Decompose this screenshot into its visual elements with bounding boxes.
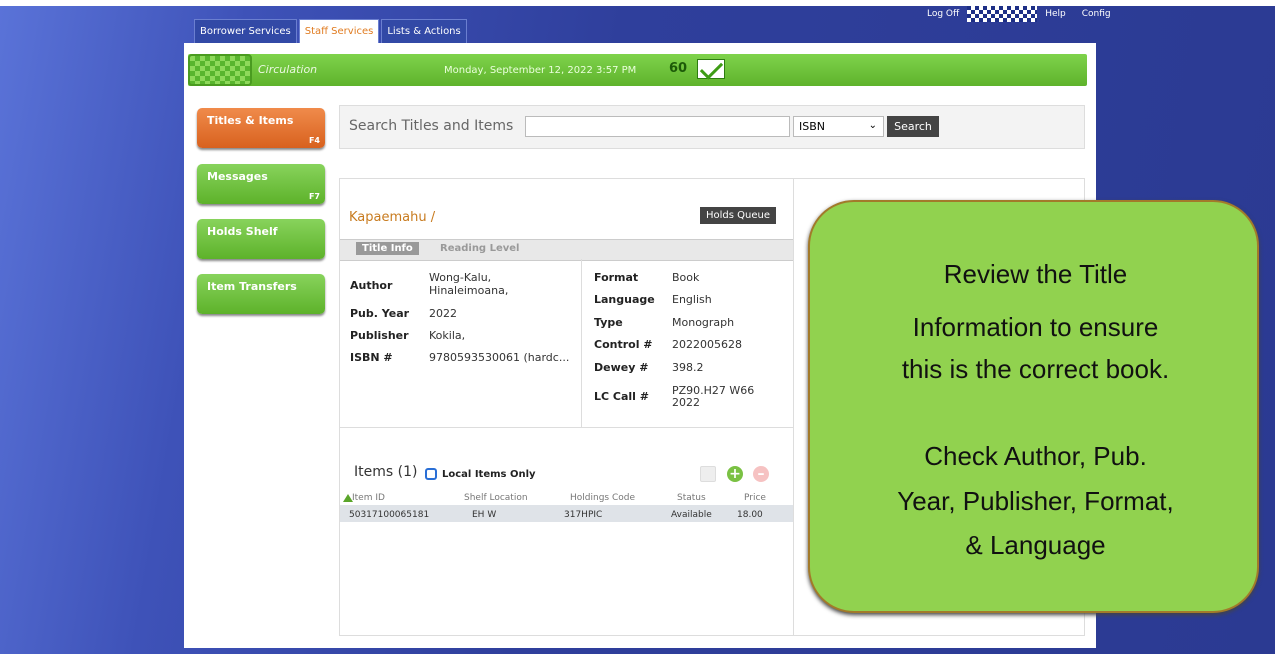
format-value: Book [672, 271, 700, 284]
publisher-value: Kokila, [429, 329, 466, 342]
local-items-checkbox[interactable] [425, 468, 437, 480]
edit-icon[interactable] [700, 466, 716, 482]
cell-status: Available [671, 510, 712, 520]
title-name: Kapaemahu / [349, 210, 436, 225]
type-label: Type [594, 316, 623, 329]
top-links: Log Off Help Config [927, 6, 1111, 22]
sidebar-item-label: Titles & Items [207, 114, 294, 127]
envelope-icon[interactable] [697, 59, 725, 79]
col-holdings-code[interactable]: Holdings Code [570, 493, 635, 503]
isbn-label: ISBN # [350, 351, 393, 364]
format-label: Format [594, 271, 639, 284]
add-icon[interactable]: + [727, 466, 743, 482]
divider [340, 427, 793, 428]
remove-icon[interactable]: – [753, 466, 769, 482]
search-label: Search Titles and Items [349, 118, 514, 134]
control-value: 2022005628 [672, 338, 742, 351]
callout-line: Check Author, Pub. [924, 441, 1147, 471]
control-label: Control # [594, 338, 653, 351]
library-logo-icon [188, 54, 252, 86]
language-label: Language [594, 293, 655, 306]
type-value: Monograph [672, 316, 735, 329]
items-title: Items (1) [354, 464, 418, 480]
divider [793, 179, 794, 635]
holds-queue-button[interactable]: Holds Queue [700, 207, 777, 224]
author-value-1: Wong-Kalu, [429, 271, 492, 284]
module-name: Circulation [258, 63, 318, 76]
sidebar-item-label: Holds Shelf [207, 225, 278, 238]
tab-borrower-services[interactable]: Borrower Services [194, 19, 297, 43]
dewey-label: Dewey # [594, 361, 649, 374]
cell-holdings: 317HPIC [564, 510, 603, 520]
divider [581, 259, 582, 427]
shortcut-key: F7 [308, 192, 320, 201]
detail-tabs: Title Info Reading Level [340, 239, 793, 261]
lccall-label: LC Call # [594, 390, 649, 403]
cell-shelf: EH W [472, 510, 497, 520]
sidebar-item-messages[interactable]: Messages F7 [197, 164, 325, 204]
isbn-value: 9780593530061 (hardc... [429, 351, 570, 364]
main-tabs: Borrower Services Staff Services Lists &… [194, 19, 467, 43]
col-item-id[interactable]: Item ID [352, 493, 385, 503]
cell-item-id: 50317100065181 [349, 510, 430, 520]
search-button[interactable]: Search [887, 116, 939, 137]
callout-line: & Language [965, 530, 1106, 560]
col-price[interactable]: Price [744, 493, 766, 503]
callout-line: Year, Publisher, Format, [897, 486, 1174, 516]
author-value-2: Hinaleimoana, [429, 284, 509, 297]
local-items-label: Local Items Only [442, 469, 536, 480]
search-type-select[interactable]: ISBN ⌄ [793, 116, 884, 137]
callout-line: Information to ensure [912, 312, 1159, 342]
search-input[interactable] [525, 116, 790, 137]
col-shelf-location[interactable]: Shelf Location [464, 493, 528, 503]
lccall-value-2: 2022 [672, 396, 700, 409]
language-value: English [672, 293, 712, 306]
pubyear-value: 2022 [429, 307, 457, 320]
sidebar-item-holds-shelf[interactable]: Holds Shelf [197, 219, 325, 259]
chevron-down-icon: ⌄ [868, 120, 877, 131]
pubyear-label: Pub. Year [350, 307, 410, 320]
logoff-link[interactable]: Log Off [927, 9, 959, 19]
publisher-label: Publisher [350, 329, 409, 342]
tab-reading-level[interactable]: Reading Level [440, 243, 519, 254]
dewey-value: 398.2 [672, 361, 704, 374]
callout-line: Review the Title [943, 259, 1128, 289]
message-count: 60 [669, 61, 688, 76]
author-label: Author [350, 279, 393, 292]
sidebar-item-titles-items[interactable]: Titles & Items F4 [197, 108, 325, 148]
tab-title-info[interactable]: Title Info [356, 242, 419, 255]
shortcut-key: F4 [308, 136, 320, 145]
sidebar-item-item-transfers[interactable]: Item Transfers [197, 274, 325, 314]
header-bar: Circulation Monday, September 12, 2022 3… [188, 54, 1087, 86]
search-bar: Search Titles and Items ISBN ⌄ Search [339, 105, 1085, 149]
redacted-user-block [967, 6, 1038, 22]
datetime: Monday, September 12, 2022 3:57 PM [444, 65, 637, 76]
config-link[interactable]: Config [1082, 9, 1111, 19]
cell-price: 18.00 [737, 510, 763, 520]
sidebar-item-label: Messages [207, 170, 268, 183]
tab-staff-services[interactable]: Staff Services [298, 19, 380, 43]
callout-line: this is the correct book. [901, 354, 1170, 384]
tab-lists-actions[interactable]: Lists & Actions [381, 19, 467, 43]
help-link[interactable]: Help [1045, 9, 1066, 19]
instruction-callout: Review the Title Information to ensure t… [808, 200, 1259, 613]
search-type-value: ISBN [799, 120, 826, 133]
sidebar-item-label: Item Transfers [207, 280, 297, 293]
col-status[interactable]: Status [677, 493, 706, 503]
